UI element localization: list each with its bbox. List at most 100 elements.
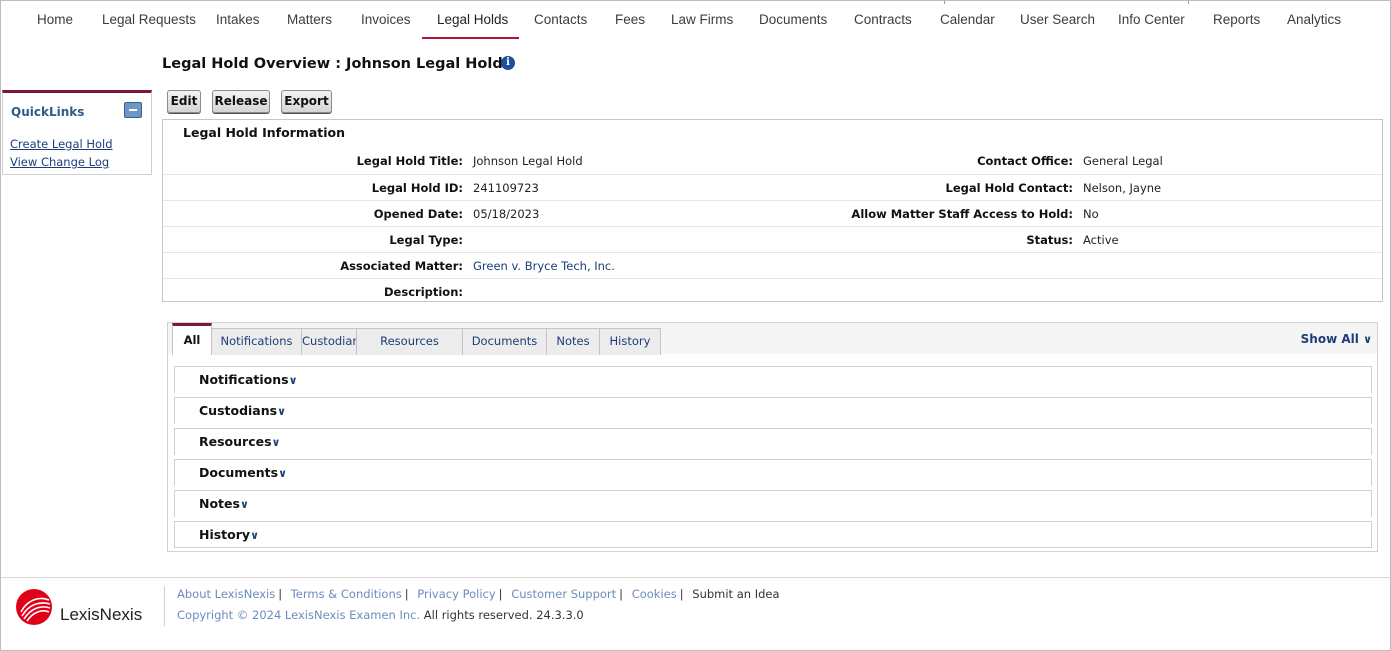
- nav-info-center[interactable]: Info Center: [1118, 12, 1185, 27]
- info-row: Opened Date: 05/18/2023 Allow Matter Sta…: [163, 200, 1382, 226]
- field-label: Contact Office:: [977, 154, 1073, 168]
- field-label: Legal Hold Contact:: [945, 181, 1073, 195]
- field-value: Nelson, Jayne: [1083, 181, 1162, 195]
- section-custodians[interactable]: Custodians∨: [174, 397, 1372, 424]
- logo-text: LexisNexis: [60, 605, 143, 624]
- section-title[interactable]: Resources∨: [199, 434, 280, 449]
- nav-home[interactable]: Home: [37, 12, 73, 27]
- associated-matter-link[interactable]: Green v. Bryce Tech, Inc.: [473, 259, 615, 273]
- info-row: Legal Hold Title: Johnson Legal Hold Con…: [163, 148, 1382, 174]
- show-all-label: Show All: [1300, 332, 1359, 346]
- nav-legal-requests[interactable]: Legal Requests: [102, 12, 196, 27]
- section-title[interactable]: Notifications∨: [199, 372, 298, 387]
- edit-button[interactable]: Edit: [167, 90, 201, 113]
- field-value: 05/18/2023: [473, 207, 540, 221]
- create-legal-hold-link[interactable]: Create Legal Hold: [10, 137, 113, 151]
- tab-strip: All Notifications Custodians Resources D…: [168, 323, 1377, 355]
- cookies-link[interactable]: Cookies: [632, 587, 677, 601]
- privacy-link[interactable]: Privacy Policy: [417, 587, 495, 601]
- export-button[interactable]: Export: [281, 90, 332, 113]
- nav-law-firms[interactable]: Law Firms: [671, 12, 733, 27]
- top-navigation: Home Legal Requests Intakes Matters Invo…: [1, 1, 1390, 41]
- copyright-text: Copyright © 2024 LexisNexis Examen Inc.: [177, 608, 421, 622]
- section-heading: Legal Hold Information: [183, 125, 346, 140]
- nav-user-search[interactable]: User Search: [1020, 12, 1095, 27]
- section-title-label: Notifications: [199, 372, 289, 387]
- show-all-toggle[interactable]: Show All ∨: [1301, 332, 1372, 346]
- section-title[interactable]: Custodians∨: [199, 403, 286, 418]
- section-title-label: Documents: [199, 465, 279, 480]
- section-resources[interactable]: Resources∨: [174, 428, 1372, 455]
- status-value: Active: [1083, 233, 1119, 247]
- release-button[interactable]: Release: [212, 90, 270, 113]
- tab-notes[interactable]: Notes: [546, 328, 600, 355]
- field-label: Legal Hold ID:: [371, 181, 463, 195]
- page-title: Legal Hold Overview : Johnson Legal Hold: [162, 56, 503, 72]
- tab-custodians[interactable]: Custodians: [301, 328, 366, 355]
- info-row: Legal Hold ID: 241109723 Legal Hold Cont…: [163, 174, 1382, 200]
- tab-notifications[interactable]: Notifications: [211, 328, 302, 355]
- nav-fees[interactable]: Fees: [615, 12, 645, 27]
- nav-divider: [1188, 1, 1189, 4]
- info-icon[interactable]: i: [501, 56, 515, 70]
- chevron-double-down-icon: ∨: [239, 498, 249, 511]
- section-notes[interactable]: Notes∨: [174, 490, 1372, 517]
- chevron-double-down-icon: ∨: [250, 529, 259, 542]
- nav-intakes[interactable]: Intakes: [216, 12, 260, 27]
- copyright: Copyright © 2024 LexisNexis Examen Inc. …: [177, 608, 584, 622]
- info-row: Legal Type: Status: Active: [163, 226, 1382, 252]
- field-label: Opened Date:: [373, 207, 463, 221]
- chevron-double-down-icon: ∨: [1363, 333, 1372, 346]
- field-label: Legal Hold Title:: [356, 154, 463, 168]
- footer: LexisNexis About LexisNexis | Terms & Con…: [1, 577, 1390, 651]
- chevron-double-down-icon: ∨: [278, 467, 288, 480]
- info-row: Description:: [163, 278, 1382, 304]
- section-notifications[interactable]: Notifications∨: [174, 366, 1372, 393]
- lexisnexis-logo-icon: [16, 589, 52, 625]
- field-value: General Legal: [1083, 154, 1163, 168]
- field-label: Allow Matter Staff Access to Hold:: [851, 207, 1073, 221]
- tab-history[interactable]: History: [599, 328, 661, 355]
- terms-link[interactable]: Terms & Conditions: [291, 587, 402, 601]
- view-change-log-link[interactable]: View Change Log: [10, 155, 109, 169]
- section-title[interactable]: Documents∨: [199, 465, 287, 480]
- nav-divider: [944, 1, 945, 4]
- field-label: Description:: [384, 285, 463, 299]
- chevron-double-down-icon: ∨: [277, 405, 287, 418]
- nav-analytics[interactable]: Analytics: [1287, 12, 1341, 27]
- footer-links: About LexisNexis | Terms & Conditions | Pr…: [177, 587, 780, 601]
- field-value: No: [1083, 207, 1099, 221]
- nav-contacts[interactable]: Contacts: [534, 12, 587, 27]
- about-link[interactable]: About LexisNexis: [177, 587, 275, 601]
- nav-reports[interactable]: Reports: [1213, 12, 1260, 27]
- nav-invoices[interactable]: Invoices: [361, 12, 411, 27]
- section-title-label: Notes: [199, 496, 240, 511]
- chevron-double-down-icon: ∨: [271, 436, 281, 449]
- minus-icon[interactable]: [124, 102, 142, 118]
- section-documents[interactable]: Documents∨: [174, 459, 1372, 486]
- tab-documents[interactable]: Documents: [462, 328, 547, 355]
- section-title-label: Resources: [199, 434, 272, 449]
- field-value: 241109723: [473, 181, 539, 195]
- chevron-double-down-icon: ∨: [288, 374, 298, 387]
- tab-resources[interactable]: Resources: [356, 328, 463, 355]
- lexisnexis-logo: LexisNexis: [15, 588, 155, 628]
- section-title[interactable]: Notes∨: [199, 496, 249, 511]
- footer-divider: [164, 586, 165, 626]
- field-value: Johnson Legal Hold: [473, 154, 583, 168]
- nav-matters[interactable]: Matters: [287, 12, 332, 27]
- section-title[interactable]: History∨: [199, 527, 259, 542]
- rights-text: All rights reserved. 24.3.3.0: [423, 608, 584, 622]
- tab-all[interactable]: All: [172, 323, 212, 355]
- info-row: Associated Matter: Green v. Bryce Tech, …: [163, 252, 1382, 278]
- submit-idea-link[interactable]: Submit an Idea: [692, 587, 779, 601]
- nav-calendar[interactable]: Calendar: [940, 12, 995, 27]
- nav-legal-holds[interactable]: Legal Holds: [437, 12, 508, 27]
- nav-documents[interactable]: Documents: [759, 12, 827, 27]
- legal-hold-info-panel: Legal Hold Information Legal Hold Title:…: [162, 119, 1383, 302]
- section-history[interactable]: History∨: [174, 521, 1372, 548]
- customer-support-link[interactable]: Customer Support: [511, 587, 616, 601]
- section-title-label: Custodians: [199, 403, 278, 418]
- nav-active-indicator: [422, 37, 519, 39]
- nav-contracts[interactable]: Contracts: [854, 12, 912, 27]
